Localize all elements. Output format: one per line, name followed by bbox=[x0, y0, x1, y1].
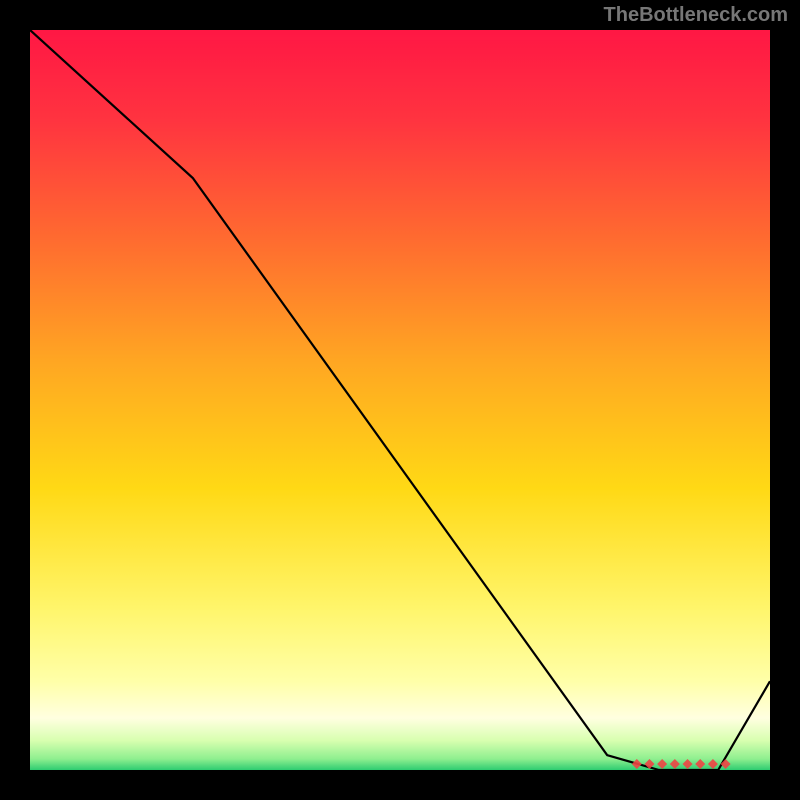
marker-point bbox=[670, 759, 680, 769]
marker-point bbox=[632, 759, 642, 769]
marker-point bbox=[708, 759, 718, 769]
chart-container bbox=[30, 30, 770, 770]
chart-line-overlay bbox=[30, 30, 770, 770]
marker-point bbox=[695, 759, 705, 769]
marker-point bbox=[657, 759, 667, 769]
data-line bbox=[30, 30, 770, 770]
watermark-text: TheBottleneck.com bbox=[604, 4, 788, 27]
marker-point bbox=[721, 759, 731, 769]
marker-point bbox=[683, 759, 693, 769]
